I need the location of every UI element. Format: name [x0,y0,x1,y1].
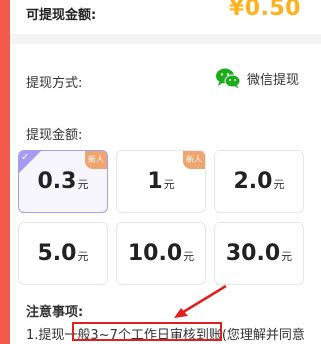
amount-option-10[interactable]: 10.0元 [116,222,206,285]
amount-option-2[interactable]: 2.0元 [214,150,304,213]
amount-unit: 元 [163,178,175,191]
amount-unit: 元 [183,250,195,263]
wechat-icon [215,68,241,89]
notes-title: 注意事项: [26,305,84,320]
amount-value: 1 [147,169,163,194]
amount-value: 10.0 [127,241,183,266]
amount-unit: 元 [77,178,89,191]
amount-value: 0.3 [37,169,77,194]
new-user-badge: 新人 [183,151,205,169]
amount-title: 提现金额: [26,128,83,143]
amount-option-5[interactable]: 5.0元 [18,222,108,285]
check-icon: ✓ [21,152,30,163]
balance-value: ¥0.50 [228,0,301,21]
amount-value: 5.0 [37,241,77,266]
method-label: 提现方式: [26,76,83,91]
notes-line-suffix: (您理解并同意 [221,328,305,343]
amount-option-1[interactable]: 新人 1元 [116,150,206,213]
wechat-option-label: 微信提现 [246,72,299,88]
amount-option-30[interactable]: 30.0元 [214,222,304,285]
balance-label: 可提现金额: [26,8,97,23]
section-divider [10,34,321,44]
highlight-box-annotation [72,322,222,341]
amount-option-0-3[interactable]: ✓ 新人 0.3元 [18,150,108,213]
amount-value: 30.0 [225,241,281,266]
amount-unit: 元 [273,178,285,191]
amount-value: 2.0 [233,169,273,194]
new-user-badge: 新人 [85,151,107,169]
withdraw-panel: 可提现金额: ¥0.50 提现方式: 微信提现 提现金额: ✓ 新人 0.3元 … [10,0,321,344]
notes-line-prefix: 1.提现 [26,328,65,343]
red-arrow-annotation [174,284,227,318]
wechat-withdraw-option[interactable]: 微信提现 [215,67,299,89]
amount-unit: 元 [281,250,293,263]
balance-row: 可提现金额: ¥0.50 [10,0,321,34]
withdraw-method-row: 提现方式: 微信提现 [10,60,321,91]
amount-unit: 元 [77,250,89,263]
